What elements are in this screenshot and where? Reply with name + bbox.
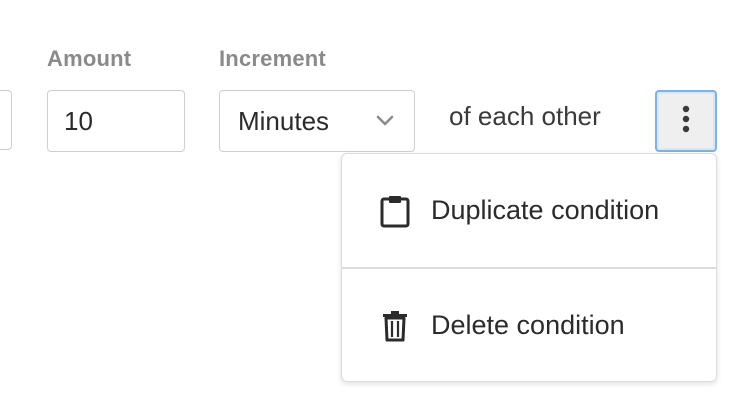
increment-selected-value: Minutes: [238, 105, 330, 136]
delete-condition-label: Delete condition: [431, 310, 625, 340]
increment-label: Increment: [219, 46, 326, 71]
duplicate-condition-label: Duplicate condition: [431, 195, 660, 225]
duplicate-condition-menu-item[interactable]: Duplicate condition: [342, 154, 716, 267]
clipboard-icon: [378, 194, 412, 228]
amount-label: Amount: [47, 46, 132, 71]
vertical-ellipsis-icon: [682, 105, 690, 138]
previous-field-input[interactable]: [0, 90, 12, 150]
amount-input[interactable]: [47, 90, 185, 152]
chevron-down-icon: [374, 110, 396, 132]
delete-condition-menu-item[interactable]: Delete condition: [342, 269, 716, 382]
increment-select[interactable]: Minutes: [219, 90, 415, 152]
more-options-button[interactable]: [655, 90, 717, 152]
of-each-other-text: of each other: [449, 101, 601, 131]
trash-icon: [378, 309, 412, 343]
condition-options-menu: Duplicate condition Delete condition: [341, 153, 717, 382]
